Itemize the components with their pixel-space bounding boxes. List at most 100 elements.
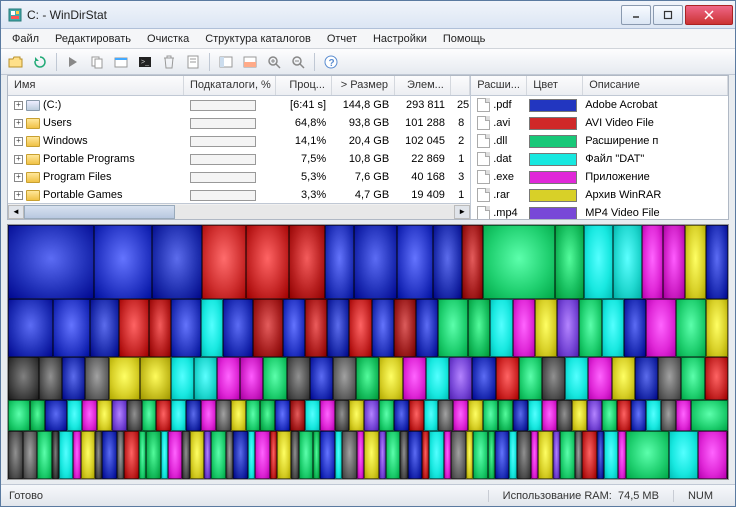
treemap-cell[interactable] [90,299,120,357]
treemap-cell[interactable] [588,357,611,399]
maximize-button[interactable] [653,5,683,25]
treemap-cell[interactable] [555,225,584,299]
treemap-cell[interactable] [468,299,490,357]
treemap-cell[interactable] [379,400,394,432]
treemap-cell[interactable] [519,357,542,399]
treemap-cell[interactable] [613,225,642,299]
col-size[interactable]: > Размер [332,76,395,95]
treemap-cell[interactable] [109,357,140,399]
treemap-cell[interactable] [602,299,624,357]
treemap-cell[interactable] [204,431,211,479]
treemap-cell[interactable] [676,299,706,357]
treemap-cell[interactable] [73,431,80,479]
explorer-icon[interactable] [110,51,132,73]
col-last[interactable] [451,76,470,95]
titlebar[interactable]: C: - WinDirStat [1,1,735,29]
treemap-cell[interactable] [429,431,444,479]
col-ext[interactable]: Расши... [471,76,527,95]
treemap-cell[interactable] [320,400,335,432]
table-row[interactable]: +Program Files5,3%7,6 GB40 1683 [8,168,470,186]
treemap-cell[interactable] [140,357,171,399]
treemap-cell[interactable] [149,299,171,357]
showtree-icon[interactable] [215,51,237,73]
treemap-cell[interactable] [451,431,466,479]
treemap-cell[interactable] [156,400,171,432]
treemap-cell[interactable] [277,431,292,479]
treemap-cell[interactable] [658,357,681,399]
menu-help[interactable]: Помощь [436,31,493,47]
treemap-cell[interactable] [433,225,462,299]
treemap-cell[interactable] [542,400,557,432]
treemap-cell[interactable] [706,225,728,299]
close-button[interactable] [685,5,733,25]
menu-settings[interactable]: Настройки [366,31,434,47]
treemap-cell[interactable] [291,431,298,479]
treemap-cell[interactable] [542,357,565,399]
treemap-cell[interactable] [223,299,253,357]
treemap-cell[interactable] [81,431,96,479]
treemap-cell[interactable] [602,400,617,432]
treemap-cell[interactable] [62,357,85,399]
refresh-icon[interactable] [29,51,51,73]
treemap-cell[interactable] [422,431,429,479]
treemap-cell[interactable] [557,299,579,357]
treemap-cell[interactable] [357,431,364,479]
treemap[interactable] [7,224,729,480]
treemap-cell[interactable] [584,225,613,299]
col-elem[interactable]: Элем... [395,76,451,95]
treemap-cell[interactable] [706,299,728,357]
treemap-cell[interactable] [472,357,495,399]
treemap-cell[interactable] [490,299,512,357]
treemap-cell[interactable] [85,357,108,399]
treemap-cell[interactable] [59,431,74,479]
treemap-cell[interactable] [483,225,555,299]
treemap-cell[interactable] [201,299,223,357]
table-row[interactable]: +Portable Programs7,5%10,8 GB22 8691 [8,150,470,168]
treemap-cell[interactable] [560,431,575,479]
treemap-cell[interactable] [327,299,349,357]
treemap-cell[interactable] [517,431,532,479]
expand-icon[interactable]: + [14,101,23,110]
treemap-cell[interactable] [240,357,263,399]
expand-icon[interactable]: + [14,173,23,182]
scroll-thumb[interactable] [24,205,175,219]
treemap-cell[interactable] [182,431,189,479]
treemap-cell[interactable] [275,400,290,432]
treemap-cell[interactable] [194,357,217,399]
col-subcat[interactable]: Подкаталоги, % [184,76,276,95]
treemap-cell[interactable] [8,225,94,299]
treemap-cell[interactable] [394,299,416,357]
table-row[interactable]: .exeПриложение [471,168,728,186]
treemap-cell[interactable] [102,431,117,479]
treemap-cell[interactable] [124,431,139,479]
treemap-cell[interactable] [260,400,275,432]
table-row[interactable]: .mp4MP4 Video File [471,204,728,219]
expand-icon[interactable]: + [14,155,23,164]
treemap-cell[interactable] [531,431,538,479]
expand-icon[interactable]: + [14,191,23,200]
treemap-cell[interactable] [231,400,246,432]
treemap-cell[interactable] [186,400,201,432]
menu-tree[interactable]: Структура каталогов [198,31,318,47]
treemap-cell[interactable] [538,431,553,479]
treemap-cell[interactable] [305,299,327,357]
treemap-cell[interactable] [349,400,364,432]
treemap-cell[interactable] [553,431,560,479]
treemap-cell[interactable] [495,431,510,479]
treemap-cell[interactable] [171,299,201,357]
treemap-cell[interactable] [438,299,468,357]
treemap-cell[interactable] [416,299,438,357]
treemap-cell[interactable] [95,431,102,479]
treemap-cell[interactable] [289,225,325,299]
treemap-cell[interactable] [139,431,146,479]
treemap-cell[interactable] [498,400,513,432]
scroll-left-icon[interactable]: ◄ [8,205,24,219]
scroll-right-icon[interactable]: ► [454,205,470,219]
table-row[interactable]: +Portable Games3,3%4,7 GB19 4091 [8,186,470,203]
table-row[interactable]: +Users64,8%93,8 GB101 2888 [8,114,470,132]
treemap-cell[interactable] [216,400,231,432]
treemap-cell[interactable] [618,431,625,479]
treemap-cell[interactable] [190,431,205,479]
treemap-cell[interactable] [438,400,453,432]
treemap-cell[interactable] [287,357,310,399]
